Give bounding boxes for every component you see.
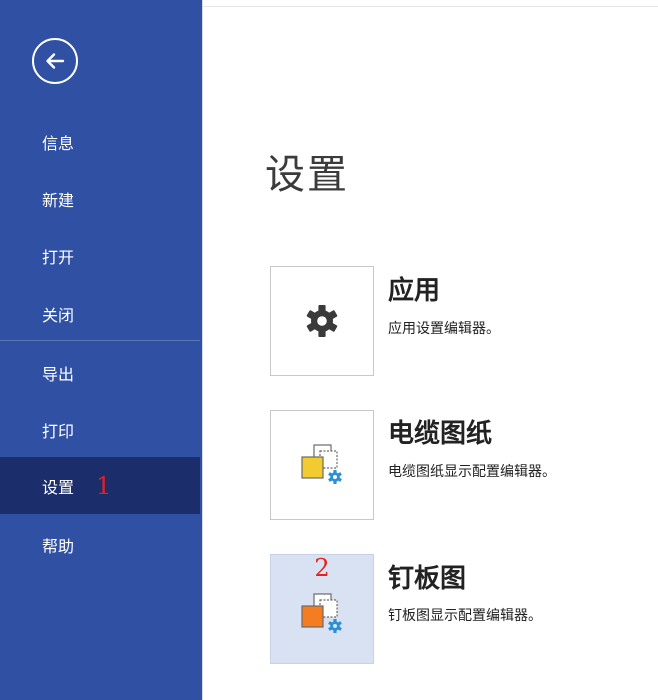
cable-drawing-tile[interactable] [270,410,374,520]
cable-drawing-title[interactable]: 电缆图纸 [388,413,492,450]
nailboard-config-icon [301,593,342,633]
sidebar-item-close[interactable]: 关闭 [0,286,200,342]
sidebar-item-label: 信息 [42,134,75,153]
sidebar-item-label: 打开 [42,248,75,267]
nailboard-tile[interactable]: 2 [270,554,374,664]
sidebar-divider [0,340,200,341]
backstage-view: 信息 新建 打开 关闭 导出 打印 设置 1 帮助 设置 应用 应用设置编辑器。… [0,0,658,700]
nailboard-description: 钉板图显示配置编辑器。 [388,608,542,624]
back-button[interactable] [32,38,78,84]
top-border [203,6,658,7]
sidebar-item-label: 帮助 [42,537,75,556]
sidebar-item-label: 打印 [42,422,75,441]
backstage-sidebar: 信息 新建 打开 关闭 导出 打印 设置 1 帮助 [0,0,203,700]
sidebar-item-help[interactable]: 帮助 [0,517,200,573]
app-settings-tile[interactable] [270,266,374,376]
sidebar-item-label: 导出 [42,365,75,384]
annotation-marker-1: 1 [96,471,112,500]
sidebar-item-info[interactable]: 信息 [0,114,200,170]
sidebar-item-print[interactable]: 打印 [0,402,200,458]
app-settings-description: 应用设置编辑器。 [388,321,500,337]
app-settings-title[interactable]: 应用 [388,270,440,307]
cable-drawing-config-icon [301,444,342,484]
cable-drawing-description: 电缆图纸显示配置编辑器。 [388,464,556,480]
sidebar-item-label: 关闭 [42,306,75,325]
page-title: 设置 [265,152,349,198]
sidebar-item-settings[interactable]: 设置 1 [0,457,200,514]
sidebar-item-label: 设置 [42,477,75,497]
nailboard-title[interactable]: 钉板图 [388,558,466,595]
sidebar-item-label: 新建 [42,191,75,210]
sidebar-item-export[interactable]: 导出 [0,345,200,401]
sidebar-item-new[interactable]: 新建 [0,171,200,227]
gear-icon [306,305,338,337]
sidebar-item-open[interactable]: 打开 [0,228,200,284]
annotation-marker-2: 2 [314,554,330,582]
back-arrow-icon [46,53,65,69]
